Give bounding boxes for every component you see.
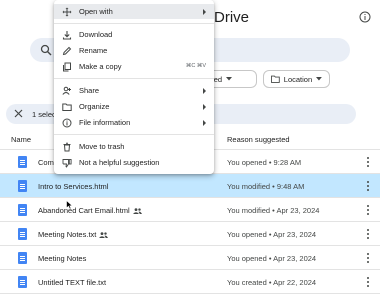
- submenu-arrow-icon: [203, 120, 206, 126]
- shared-people-icon: [132, 207, 142, 216]
- file-name: Abandoned Cart Email.html: [38, 206, 130, 215]
- menu-item-label: Rename: [79, 46, 108, 55]
- menu-item-label: Move to trash: [79, 142, 125, 151]
- close-icon[interactable]: [14, 109, 23, 120]
- column-header-name[interactable]: Name: [11, 135, 31, 144]
- menu-item-label: Not a helpful suggestion: [79, 158, 160, 167]
- menu-divider: [54, 78, 214, 79]
- document-icon: [18, 156, 27, 168]
- table-row[interactable]: Meeting Notes.txt You opened • Apr 23, 2…: [0, 222, 380, 246]
- shared-people-icon: [99, 231, 109, 240]
- info-icon: [62, 118, 72, 128]
- menu-item-not-helpful[interactable]: Not a helpful suggestion: [54, 155, 214, 170]
- menu-item-label: Share: [79, 86, 100, 95]
- menu-item-label: Make a copy: [79, 62, 122, 71]
- shortcut-hint: ⌘C ⌘V: [185, 63, 206, 69]
- table-row[interactable]: Intro to Services.html You modified • 9:…: [0, 174, 380, 198]
- document-icon: [18, 204, 27, 216]
- submenu-arrow-icon: [203, 9, 206, 15]
- more-options-icon[interactable]: [366, 276, 370, 288]
- submenu-arrow-icon: [203, 104, 206, 110]
- reason-text: You modified • 9:48 AM: [227, 182, 305, 191]
- file-name: Intro to Services.html: [38, 182, 109, 191]
- document-icon: [18, 180, 27, 192]
- more-options-icon[interactable]: [366, 228, 370, 240]
- menu-item-label: Organize: [79, 102, 110, 111]
- person-add-icon: [62, 86, 72, 96]
- reason-text: You created • Apr 22, 2024: [227, 278, 317, 287]
- more-options-icon[interactable]: [366, 156, 370, 168]
- copy-icon: [62, 62, 72, 72]
- file-name: Meeting Notes: [38, 254, 87, 263]
- table-row[interactable]: Untitled TEXT file.txt You created • Apr…: [0, 270, 380, 294]
- table-row[interactable]: Meeting Notes You opened • Apr 23, 2024: [0, 246, 380, 270]
- pencil-icon: [62, 46, 72, 56]
- move-arrows-icon: [62, 7, 72, 17]
- trash-icon: [62, 142, 72, 152]
- thumbs-down-icon: [62, 158, 72, 168]
- submenu-arrow-icon: [203, 88, 206, 94]
- menu-item-label: Download: [79, 30, 113, 39]
- menu-item-open-with[interactable]: Open with: [54, 4, 214, 19]
- reason-text: You opened • Apr 23, 2024: [227, 230, 317, 239]
- menu-item-make-copy[interactable]: Make a copy ⌘C ⌘V: [54, 59, 214, 74]
- more-options-icon[interactable]: [366, 252, 370, 264]
- location-filter-chip[interactable]: Location: [263, 70, 330, 88]
- google-doc-icon: [18, 252, 27, 264]
- file-name-wrap: Abandoned Cart Email.html: [38, 206, 142, 216]
- menu-item-organize[interactable]: Organize: [54, 99, 214, 114]
- menu-item-rename[interactable]: Rename: [54, 43, 214, 58]
- menu-divider: [54, 134, 214, 135]
- file-name-wrap: Meeting Notes.txt: [38, 230, 109, 240]
- file-name: Untitled TEXT file.txt: [38, 278, 107, 287]
- more-options-icon[interactable]: [366, 180, 370, 192]
- menu-item-label: Open with: [79, 7, 113, 16]
- file-name: Comi: [38, 158, 56, 167]
- location-filter-label: Location: [283, 74, 313, 84]
- chevron-down-icon: [226, 77, 233, 81]
- folder-move-icon: [62, 102, 72, 112]
- search-icon: [40, 44, 52, 58]
- reason-text: You modified • Apr 23, 2024: [227, 206, 320, 215]
- menu-item-move-to-trash[interactable]: Move to trash: [54, 139, 214, 154]
- menu-divider: [54, 23, 214, 24]
- download-icon: [62, 30, 72, 40]
- menu-item-label: File information: [79, 118, 131, 127]
- menu-item-share[interactable]: Share: [54, 83, 214, 98]
- menu-item-file-information[interactable]: File information: [54, 115, 214, 130]
- column-header-reason: Reason suggested: [227, 135, 290, 144]
- reason-text: You opened • 9:28 AM: [227, 158, 302, 167]
- document-icon: [18, 228, 27, 240]
- page-title: Drive: [214, 9, 250, 26]
- menu-item-download[interactable]: Download: [54, 27, 214, 42]
- chevron-down-icon: [316, 77, 322, 81]
- file-name: Meeting Notes.txt: [38, 230, 97, 239]
- mouse-cursor-icon: [66, 200, 73, 210]
- folder-icon: [271, 75, 280, 83]
- document-icon: [18, 276, 27, 288]
- table-row[interactable]: Abandoned Cart Email.html You modified •…: [0, 198, 380, 222]
- more-options-icon[interactable]: [366, 204, 370, 216]
- reason-text: You opened • Apr 23, 2024: [227, 254, 317, 263]
- info-icon[interactable]: [358, 10, 372, 24]
- context-menu: Open with Download Rename Make a copy ⌘C…: [54, 0, 214, 174]
